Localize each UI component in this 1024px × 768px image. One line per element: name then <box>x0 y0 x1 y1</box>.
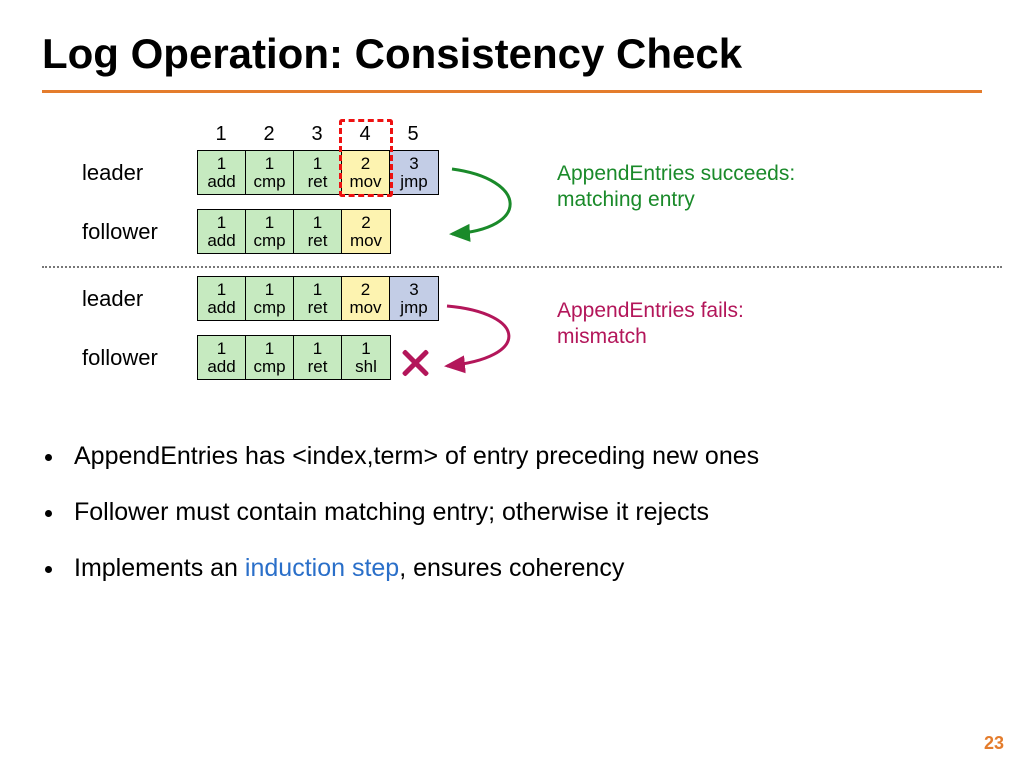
scenario-divider <box>42 266 1002 268</box>
page-number: 23 <box>984 733 1004 754</box>
annotation-success: AppendEntries succeeds: matching entry <box>557 161 795 214</box>
follower-log: 1add 1cmp 1ret 1shl <box>197 335 391 380</box>
log-cell: 1add <box>198 151 246 194</box>
index-label: 2 <box>245 123 293 146</box>
slide: Log Operation: Consistency Check 1 2 3 4… <box>0 0 1024 768</box>
link-induction-step: induction step <box>245 554 399 582</box>
index-label: 4 <box>341 123 389 146</box>
role-label-leader: leader <box>82 160 197 186</box>
log-cell: 1add <box>198 210 246 253</box>
log-cell: 2mov <box>342 151 390 194</box>
log-cell: 1cmp <box>246 277 294 320</box>
log-cell: 1cmp <box>246 336 294 379</box>
index-label: 5 <box>389 123 437 146</box>
bullet-item: AppendEntries has <index,term> of entry … <box>66 440 982 474</box>
log-cell: 1add <box>198 277 246 320</box>
leader-log: 1add 1cmp 1ret 2mov 3jmp <box>197 150 439 195</box>
index-label: 3 <box>293 123 341 146</box>
log-cell: 1cmp <box>246 210 294 253</box>
follower-log: 1add 1cmp 1ret 2mov <box>197 209 391 254</box>
bullet-item: Follower must contain matching entry; ot… <box>66 496 982 530</box>
log-cell: 1ret <box>294 277 342 320</box>
log-cell: 2mov <box>342 210 390 253</box>
title-underline <box>42 90 982 93</box>
role-label-follower: follower <box>82 345 197 371</box>
log-cell: 3jmp <box>390 277 438 320</box>
log-cell: 3jmp <box>390 151 438 194</box>
bullet-list: AppendEntries has <index,term> of entry … <box>66 440 982 585</box>
log-cell: 1add <box>198 336 246 379</box>
bullet-item: Implements an induction step, ensures co… <box>66 552 982 586</box>
log-cell: 1cmp <box>246 151 294 194</box>
index-label: 1 <box>197 123 245 146</box>
log-cell: 1ret <box>294 336 342 379</box>
log-cell: 2mov <box>342 277 390 320</box>
diagram-area: 1 2 3 4 5 leader 1add 1cmp 1ret 2mov 3jm… <box>82 123 982 380</box>
log-cell: 1shl <box>342 336 390 379</box>
log-cell: 1ret <box>294 210 342 253</box>
cross-icon <box>400 348 430 378</box>
role-label-follower: follower <box>82 219 197 245</box>
leader-log: 1add 1cmp 1ret 2mov 3jmp <box>197 276 439 321</box>
role-label-leader: leader <box>82 286 197 312</box>
index-row: 1 2 3 4 5 <box>197 123 982 146</box>
slide-title: Log Operation: Consistency Check <box>42 30 982 78</box>
log-cell: 1ret <box>294 151 342 194</box>
annotation-fail: AppendEntries fails: mismatch <box>557 298 744 351</box>
